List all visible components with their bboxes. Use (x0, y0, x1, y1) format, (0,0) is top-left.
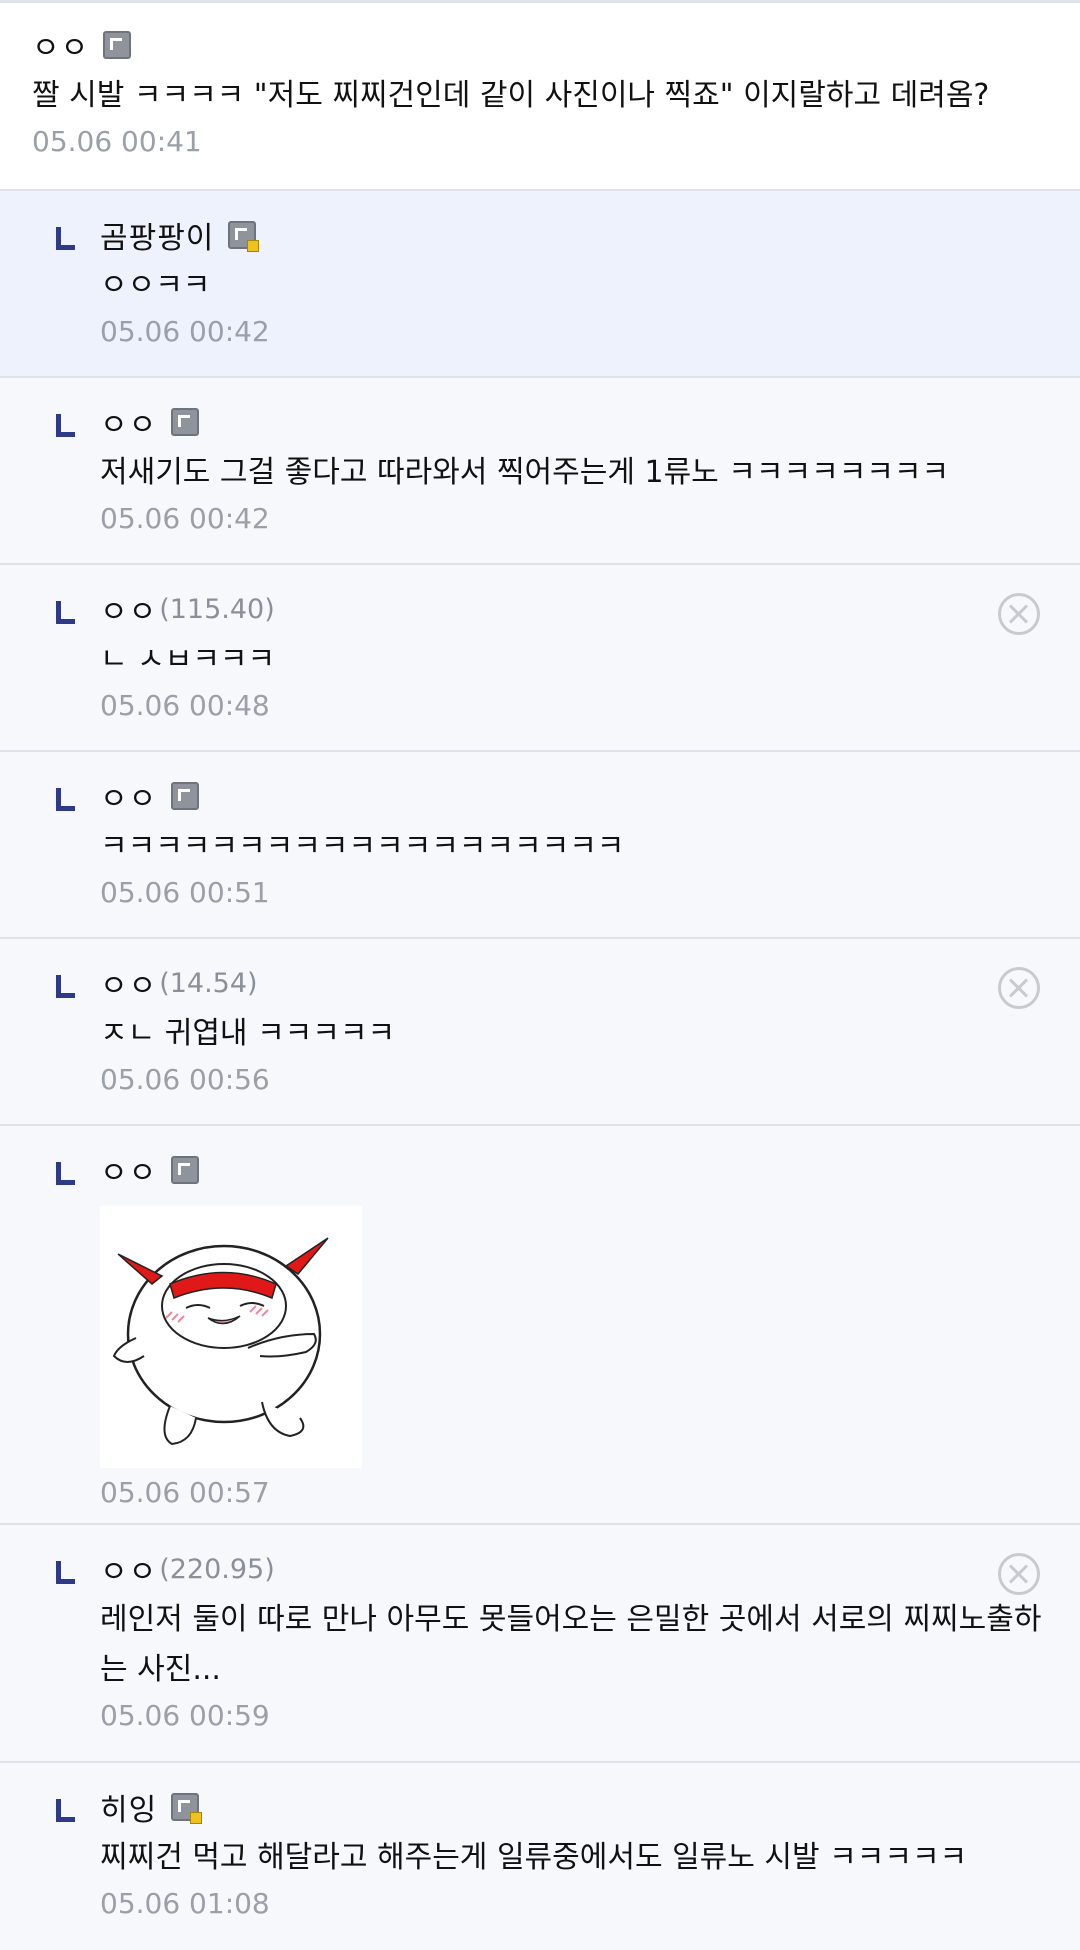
comment-nickname[interactable]: ㅇㅇ (100, 1148, 157, 1192)
comment-time: 05.06 00:48 (100, 689, 270, 722)
comment-nickname[interactable]: ㅇㅇ (100, 1547, 157, 1591)
reply-item: ㅇㅇ 05.06 00:57 (0, 1126, 1080, 1525)
reply-arrow-icon (56, 975, 75, 998)
reply-arrow-icon (56, 601, 75, 624)
reply-item: ㅇㅇ (220.95) 레인저 둘이 따로 만나 아무도 못들어오는 은밀한 곳… (0, 1525, 1080, 1763)
comment-ip: (220.95) (159, 1553, 275, 1585)
fixed-nick-icon (171, 782, 200, 810)
comment-item: ㅇㅇ 짤 시발 ㅋㅋㅋㅋ "저도 찌찌건인데 같이 사진이나 찍죠" 이지랄하고… (0, 3, 1080, 191)
reply-arrow-icon (56, 1162, 75, 1185)
comment-ip: (115.40) (159, 593, 275, 625)
comment-text: 저새기도 그걸 좋다고 따라와서 찍어주는게 1류노 ㅋㅋㅋㅋㅋㅋㅋㅋ (100, 455, 950, 490)
reply-arrow-icon (56, 788, 75, 811)
delete-circle-x-icon[interactable] (998, 967, 1040, 1009)
fixed-nick-icon (171, 408, 200, 436)
comment-nickname[interactable]: 곰팡팡이 (100, 213, 214, 257)
reply-item: 곰팡팡이 ㅇㅇㅋㅋ 05.06 00:42 (0, 191, 1080, 378)
reply-item: ㅇㅇ 저새기도 그걸 좋다고 따라와서 찍어주는게 1류노 ㅋㅋㅋㅋㅋㅋㅋㅋ 0… (0, 378, 1080, 565)
comment-text: ㅋㅋㅋㅋㅋㅋㅋㅋㅋㅋㅋㅋㅋㅋㅋㅋㅋㅋㅋ (100, 829, 625, 864)
reply-arrow-icon (56, 1799, 75, 1822)
comment-nickname[interactable]: ㅇㅇ (32, 23, 89, 67)
comment-list: ㅇㅇ 짤 시발 ㅋㅋㅋㅋ "저도 찌찌건인데 같이 사진이나 찍죠" 이지랄하고… (0, 0, 1080, 1950)
fixed-nick-icon (103, 31, 132, 59)
dccon-sticker-image[interactable] (100, 1206, 362, 1468)
comment-time: 05.06 00:57 (100, 1476, 270, 1509)
comment-time: 05.06 00:51 (100, 876, 270, 909)
reply-arrow-icon (56, 227, 75, 250)
comment-ip: (14.54) (159, 967, 258, 999)
comment-nickname[interactable]: ㅇㅇ (100, 400, 157, 444)
comment-nickname[interactable]: ㅇㅇ (100, 587, 157, 631)
reply-arrow-icon (56, 1561, 75, 1584)
comment-nickname[interactable]: 히잉 (100, 1785, 157, 1829)
comment-time: 05.06 00:42 (100, 502, 270, 535)
reply-item: 히잉 찌찌건 먹고 해달라고 해주는게 일류중에서도 일류노 시발 ㅋㅋㅋㅋㅋ … (0, 1763, 1080, 1950)
reply-arrow-icon (56, 414, 75, 437)
fixed-nick-icon (171, 1156, 200, 1184)
comment-time: 05.06 00:56 (100, 1063, 270, 1096)
semi-fixed-nick-icon (228, 221, 260, 252)
comment-text: 짤 시발 ㅋㅋㅋㅋ "저도 찌찌건인데 같이 사진이나 찍죠" 이지랄하고 데려… (32, 78, 990, 113)
comment-time: 05.06 00:59 (100, 1699, 270, 1732)
comment-time: 05.06 01:08 (100, 1887, 270, 1920)
reply-item: ㅇㅇ ㅋㅋㅋㅋㅋㅋㅋㅋㅋㅋㅋㅋㅋㅋㅋㅋㅋㅋㅋ 05.06 00:51 (0, 752, 1080, 939)
delete-circle-x-icon[interactable] (998, 1553, 1040, 1595)
comment-text: 레인저 둘이 따로 만나 아무도 못들어오는 은밀한 곳에서 서로의 찌찌노출하… (100, 1602, 1042, 1687)
comment-time: 05.06 00:42 (100, 315, 270, 348)
comment-text: 찌찌건 먹고 해달라고 해주는게 일류중에서도 일류노 시발 ㅋㅋㅋㅋㅋ (100, 1840, 968, 1875)
comment-time: 05.06 00:41 (32, 125, 202, 158)
comment-nickname[interactable]: ㅇㅇ (100, 961, 157, 1005)
semi-fixed-nick-icon (171, 1793, 203, 1824)
reply-item: ㅇㅇ (115.40) ㄴ ㅅㅂㅋㅋㅋ 05.06 00:48 (0, 565, 1080, 752)
comment-text: ㅇㅇㅋㅋ (100, 268, 211, 303)
delete-circle-x-icon[interactable] (998, 593, 1040, 635)
comment-nickname[interactable]: ㅇㅇ (100, 774, 157, 818)
comment-text: ㄴ ㅅㅂㅋㅋㅋ (100, 642, 276, 677)
white-character-sticker (112, 1237, 329, 1446)
comment-text: ㅈㄴ 귀엽내 ㅋㅋㅋㅋㅋ (100, 1016, 396, 1051)
reply-item: ㅇㅇ (14.54) ㅈㄴ 귀엽내 ㅋㅋㅋㅋㅋ 05.06 00:56 (0, 939, 1080, 1126)
